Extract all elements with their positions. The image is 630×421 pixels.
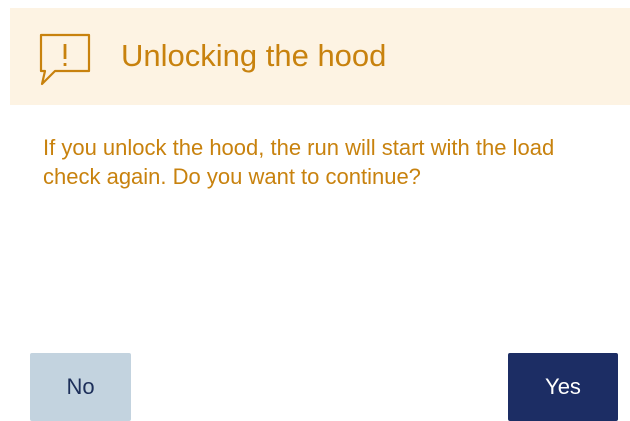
no-button[interactable]: No xyxy=(30,353,131,421)
unlock-hood-dialog: Unlocking the hood If you unlock the hoo… xyxy=(0,0,630,421)
warning-icon xyxy=(36,32,94,90)
dialog-title: Unlocking the hood xyxy=(121,38,387,73)
yes-button[interactable]: Yes xyxy=(508,353,618,421)
dialog-header: Unlocking the hood xyxy=(10,8,630,105)
dialog-message: If you unlock the hood, the run will sta… xyxy=(43,135,555,189)
